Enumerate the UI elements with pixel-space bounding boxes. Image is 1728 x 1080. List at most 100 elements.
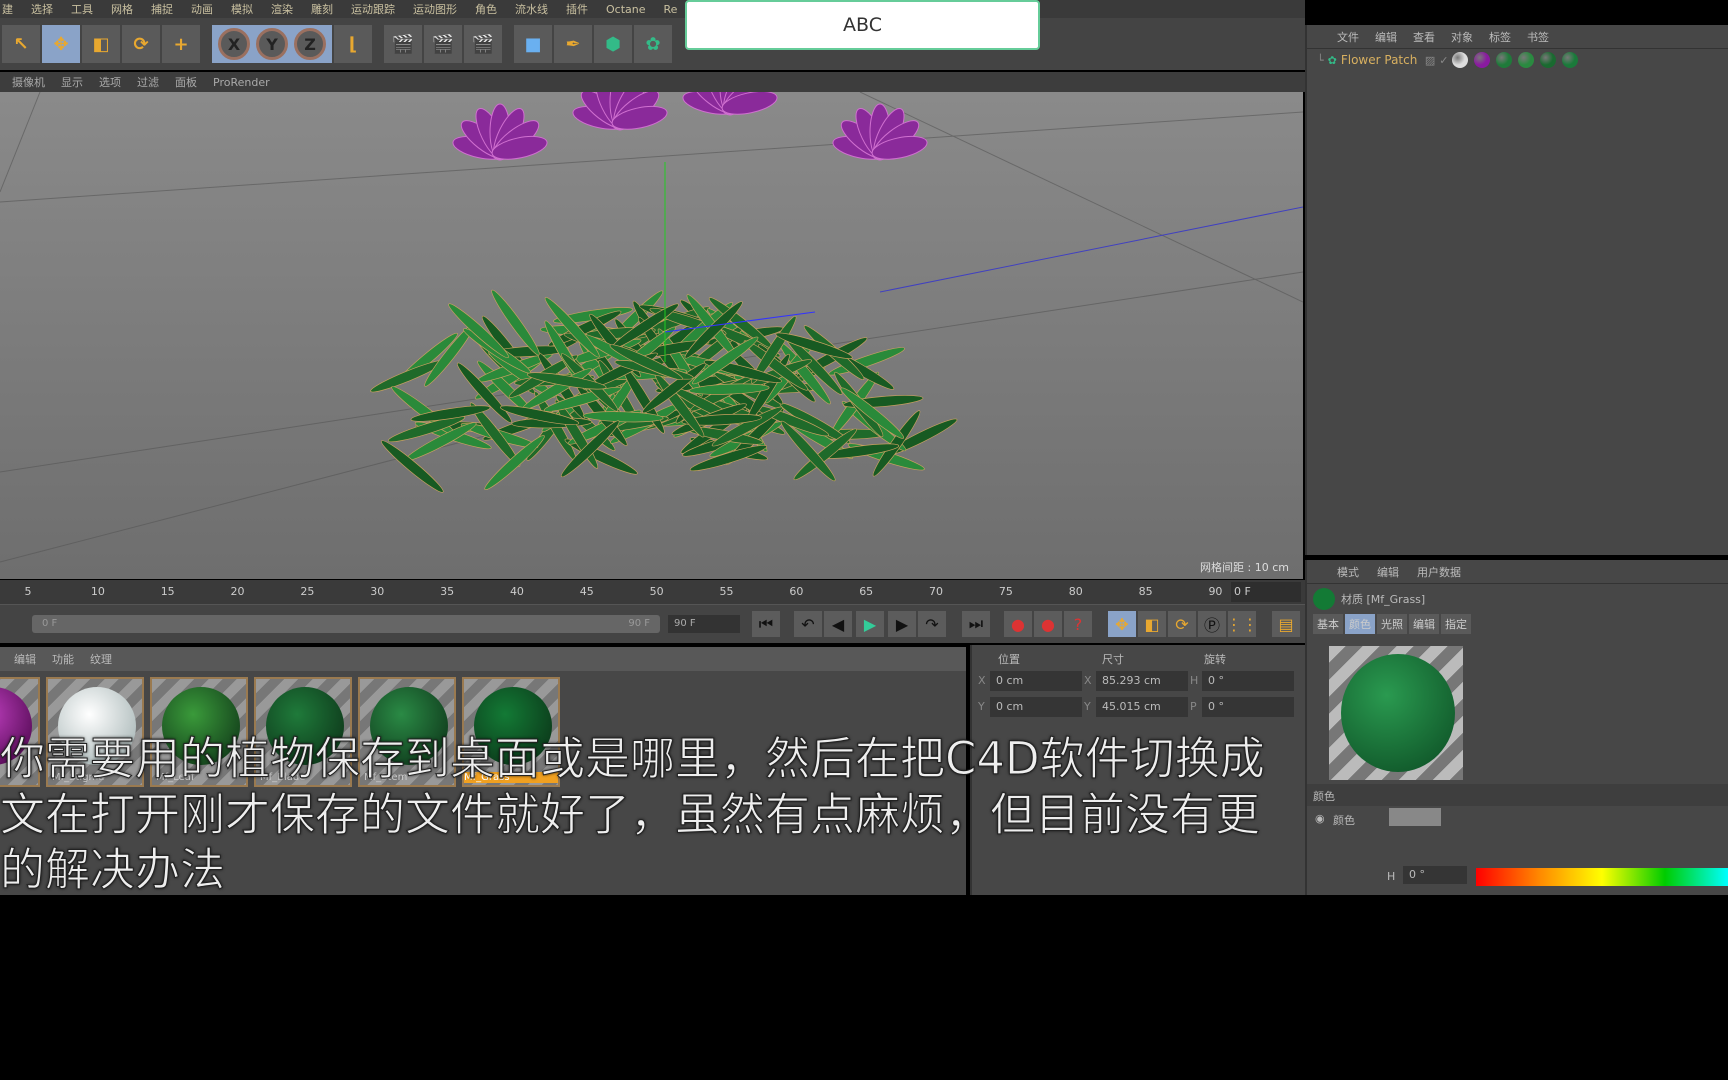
- viewport-menu-item[interactable]: 显示: [61, 74, 83, 90]
- menu-item[interactable]: 渲染: [271, 1, 293, 17]
- object-name[interactable]: Flower Patch: [1341, 53, 1421, 67]
- cloner-icon[interactable]: ✿: [634, 25, 672, 63]
- previous-frame-button[interactable]: ◀: [824, 611, 852, 637]
- menu-item[interactable]: 捕捉: [151, 1, 173, 17]
- attribute-tab[interactable]: 指定: [1441, 614, 1471, 634]
- object-menu-item[interactable]: 书签: [1527, 29, 1549, 45]
- key-pla-button[interactable]: ⋮⋮: [1228, 611, 1256, 637]
- play-button[interactable]: ▶: [856, 611, 884, 637]
- rot-field[interactable]: 0 °: [1202, 671, 1294, 691]
- viewport-menu-item[interactable]: 摄像机: [12, 74, 45, 90]
- key-parameter-button[interactable]: Ⓟ: [1198, 611, 1226, 637]
- attribute-tab[interactable]: 颜色: [1345, 614, 1375, 634]
- menu-item[interactable]: 建: [2, 1, 13, 17]
- cube-icon[interactable]: ■: [514, 25, 552, 63]
- attribute-menu-item[interactable]: 模式: [1337, 564, 1359, 580]
- viewport-menu-item[interactable]: 面板: [175, 74, 197, 90]
- frame-range-slider[interactable]: 0 F 90 F: [32, 615, 660, 633]
- attribute-tab[interactable]: 基本: [1313, 614, 1343, 634]
- keyframe-selection-button[interactable]: ?: [1064, 611, 1092, 637]
- timeline-window-button[interactable]: ▤: [1272, 611, 1300, 637]
- color-radio[interactable]: ◉: [1315, 812, 1325, 825]
- menu-item[interactable]: 动画: [191, 1, 213, 17]
- rotation-header: 旋转: [1204, 651, 1226, 667]
- menu-item[interactable]: 插件: [566, 1, 588, 17]
- menu-item[interactable]: 运动图形: [413, 1, 457, 17]
- visibility-toggle[interactable]: ▨: [1425, 54, 1435, 67]
- x-axis-button[interactable]: X: [218, 28, 250, 60]
- y-axis-button[interactable]: Y: [256, 28, 288, 60]
- next-key-button[interactable]: ↷: [918, 611, 946, 637]
- material-tag-icon[interactable]: [1540, 52, 1556, 68]
- render-view-button[interactable]: 🎬: [384, 25, 422, 63]
- key-rotation-button[interactable]: ⟳: [1168, 611, 1196, 637]
- object-menu-item[interactable]: 对象: [1451, 29, 1473, 45]
- material-tag-icon[interactable]: [1518, 52, 1534, 68]
- size-field[interactable]: 45.015 cm: [1096, 697, 1188, 717]
- menu-item[interactable]: 选择: [31, 1, 53, 17]
- rot-field[interactable]: 0 °: [1202, 697, 1294, 717]
- menu-item[interactable]: Octane: [606, 3, 646, 16]
- autokey-button[interactable]: ●: [1034, 611, 1062, 637]
- z-axis-button[interactable]: Z: [294, 28, 326, 60]
- coordinate-system-button[interactable]: ⌊: [334, 25, 372, 63]
- move-tool-button[interactable]: ✥: [42, 25, 80, 63]
- enabled-check-icon[interactable]: ✓: [1439, 54, 1448, 67]
- go-to-end-button[interactable]: ⏭: [962, 611, 990, 637]
- material-tag-icon[interactable]: [1452, 52, 1468, 68]
- timeline-ruler[interactable]: 0 F 5 10 15 20 25 30 35 40 45 50 55 60 65 70 75 80 85 90: [0, 580, 1305, 605]
- menu-item[interactable]: 网格: [111, 1, 133, 17]
- object-menu-item[interactable]: 标签: [1489, 29, 1511, 45]
- hue-field[interactable]: 0 °: [1403, 866, 1467, 884]
- previous-key-button[interactable]: ↶: [794, 611, 822, 637]
- add-tool-button[interactable]: +: [162, 25, 200, 63]
- material-tag-icon[interactable]: [1562, 52, 1578, 68]
- attribute-tab[interactable]: 光照: [1377, 614, 1407, 634]
- size-field[interactable]: 85.293 cm: [1096, 671, 1188, 691]
- object-menu-item[interactable]: 编辑: [1375, 29, 1397, 45]
- attribute-menu-item[interactable]: 编辑: [1377, 564, 1399, 580]
- subdivision-icon[interactable]: ⬢: [594, 25, 632, 63]
- material-tag-icon[interactable]: [1474, 52, 1490, 68]
- pos-field[interactable]: 0 cm: [990, 697, 1082, 717]
- attribute-menu-item[interactable]: 用户数据: [1417, 564, 1461, 580]
- pos-field[interactable]: 0 cm: [990, 671, 1082, 691]
- end-frame-field[interactable]: 90 F: [668, 615, 740, 633]
- timeline-tick: 25: [300, 585, 314, 598]
- key-position-button[interactable]: ✥: [1108, 611, 1136, 637]
- key-scale-button[interactable]: ◧: [1138, 611, 1166, 637]
- viewport-menu-item[interactable]: 选项: [99, 74, 121, 90]
- menu-item[interactable]: 模拟: [231, 1, 253, 17]
- color-swatch[interactable]: [1389, 808, 1441, 826]
- material-tag-icon[interactable]: [1496, 52, 1512, 68]
- menu-item[interactable]: 角色: [475, 1, 497, 17]
- attribute-tab[interactable]: 编辑: [1409, 614, 1439, 634]
- viewport-menu-item[interactable]: ProRender: [213, 76, 270, 89]
- axis-label: P: [1190, 700, 1197, 713]
- menu-item[interactable]: 运动跟踪: [351, 1, 395, 17]
- select-tool-button[interactable]: ↖: [2, 25, 40, 63]
- hue-slider[interactable]: [1476, 868, 1728, 886]
- viewport-menu-item[interactable]: 过滤: [137, 74, 159, 90]
- scale-tool-button[interactable]: ◧: [82, 25, 120, 63]
- object-row[interactable]: └ ✿ Flower Patch ▨ ✓: [1307, 49, 1728, 71]
- menu-item[interactable]: 雕刻: [311, 1, 333, 17]
- object-menu-item[interactable]: 文件: [1337, 29, 1359, 45]
- material-menu-item[interactable]: 编辑: [14, 651, 36, 667]
- material-menu-item[interactable]: 纹理: [90, 651, 112, 667]
- material-menu-item[interactable]: 功能: [52, 651, 74, 667]
- rotate-tool-button[interactable]: ⟳: [122, 25, 160, 63]
- current-frame-field[interactable]: 0 F: [1231, 582, 1301, 602]
- menu-item[interactable]: Re: [664, 3, 678, 16]
- timeline-tick: 80: [1069, 585, 1083, 598]
- record-button[interactable]: ●: [1004, 611, 1032, 637]
- go-to-start-button[interactable]: ⏮: [752, 611, 780, 637]
- menu-item[interactable]: 工具: [71, 1, 93, 17]
- next-frame-button[interactable]: ▶: [888, 611, 916, 637]
- viewport[interactable]: 网格间距 : 10 cm: [0, 92, 1303, 579]
- pen-icon[interactable]: ✒: [554, 25, 592, 63]
- render-settings-button[interactable]: 🎬: [464, 25, 502, 63]
- object-menu-item[interactable]: 查看: [1413, 29, 1435, 45]
- render-picture-viewer-button[interactable]: 🎬: [424, 25, 462, 63]
- menu-item[interactable]: 流水线: [515, 1, 548, 17]
